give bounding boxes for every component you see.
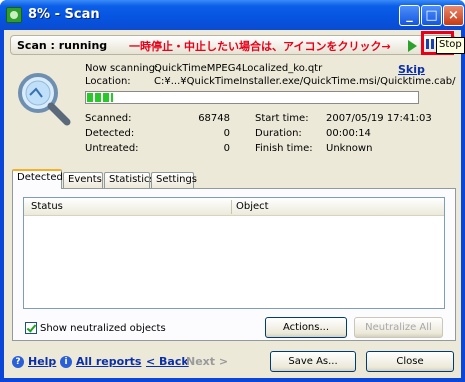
pause-icon[interactable] (426, 39, 434, 49)
untreated-value: 0 (223, 143, 230, 154)
window-title: 8% - Scan (28, 7, 100, 22)
neutralize-all-button[interactable]: Neutralize All (354, 317, 443, 338)
tab-events[interactable]: Events (63, 172, 103, 188)
show-neutralized-label[interactable]: Show neutralized objects (40, 323, 166, 334)
help-icon[interactable]: ? (12, 356, 24, 368)
duration-label: Duration: (255, 128, 302, 139)
now-scanning-label: Now scanning: (85, 63, 159, 74)
scanned-value: 68748 (198, 113, 230, 124)
actions-button[interactable]: Actions... (265, 317, 347, 338)
scan-status-text: Scan : running (17, 39, 108, 52)
detected-panel: Status Object Show neutralized objects A… (12, 188, 456, 341)
scan-status-bar: Scan : running 一時停止・中止したい場合は、アイコンをクリック→ (10, 31, 456, 55)
all-reports-link[interactable]: All reports (76, 355, 141, 368)
tab-settings[interactable]: Settings (151, 172, 197, 188)
column-object[interactable]: Object (236, 201, 269, 212)
scan-progress-bar (85, 91, 419, 104)
magnifier-icon (18, 73, 71, 126)
detected-list[interactable]: Status Object (23, 197, 445, 309)
annotation-text: 一時停止・中止したい場合は、アイコンをクリック→ (129, 40, 391, 53)
untreated-label: Untreated: (85, 143, 139, 154)
tab-statistics[interactable]: Statistics (104, 172, 155, 188)
progress-fill (87, 93, 114, 102)
start-time-label: Start time: (255, 113, 309, 124)
scanned-label: Scanned: (85, 113, 132, 124)
maximize-button[interactable]: □ (421, 5, 442, 26)
now-scanning-value: QuickTimeMPEG4Localized_ko.qtr (154, 63, 323, 74)
stop-tooltip: Stop (436, 37, 465, 54)
duration-value: 00:00:14 (326, 128, 371, 139)
finish-time-label: Finish time: (255, 143, 313, 154)
location-label: Location: (85, 76, 131, 87)
title-bar[interactable]: 8% - Scan _ □ × (0, 0, 465, 30)
skip-link[interactable]: Skip (398, 63, 425, 76)
next-link[interactable]: Next > (186, 355, 228, 368)
back-link[interactable]: < Back (146, 355, 189, 368)
column-status[interactable]: Status (31, 201, 63, 212)
detected-value: 0 (223, 128, 230, 139)
client-area: Scan : running 一時停止・中止したい場合は、アイコンをクリック→ … (4, 30, 461, 378)
close-button[interactable]: Close (366, 351, 454, 372)
show-neutralized-checkbox[interactable] (25, 322, 37, 334)
column-divider[interactable] (231, 200, 232, 214)
finish-time-value: Unknown (326, 143, 373, 154)
app-icon (6, 7, 22, 23)
scan-window: 8% - Scan _ □ × Scan : running 一時停止・中止した… (0, 0, 465, 382)
list-header: Status Object (24, 198, 444, 216)
play-icon[interactable] (408, 40, 417, 52)
tab-detected[interactable]: Detected (12, 169, 63, 189)
detected-label: Detected: (85, 128, 135, 139)
reports-icon[interactable]: i (60, 356, 72, 368)
close-window-button[interactable]: × (443, 5, 464, 26)
start-time-value: 2007/05/19 17:41:03 (326, 113, 432, 124)
location-value: C:¥...¥QuickTimeInstaller.exe/QuickTime.… (154, 76, 456, 87)
minimize-button[interactable]: _ (399, 5, 420, 26)
save-as-button[interactable]: Save As... (270, 351, 356, 372)
help-link[interactable]: Help (28, 355, 56, 368)
